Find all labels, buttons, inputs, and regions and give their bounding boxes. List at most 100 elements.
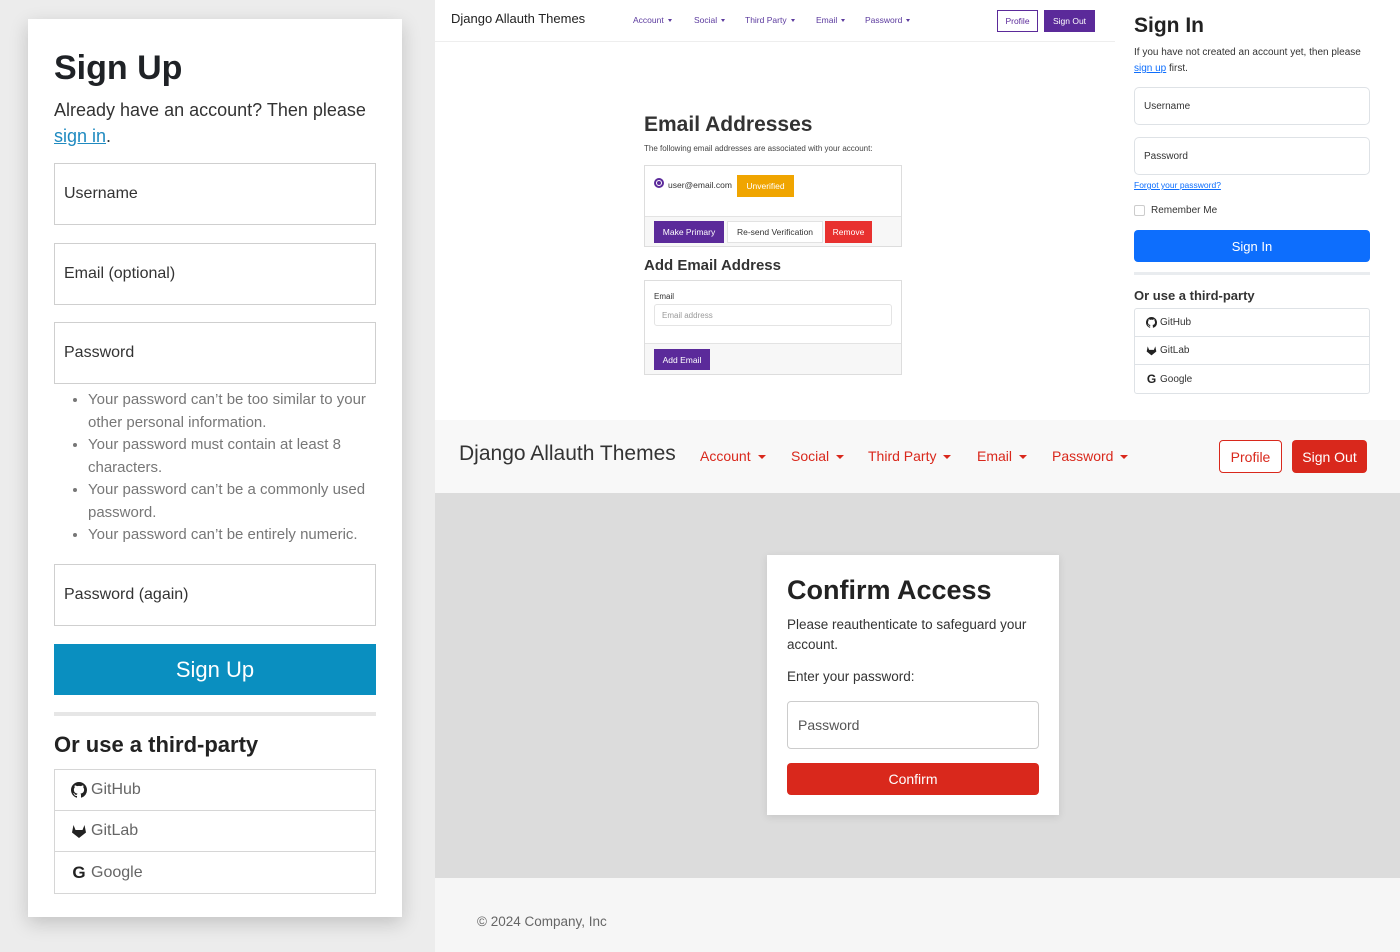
email-radio[interactable]	[654, 178, 664, 188]
provider-github[interactable]: GitHub	[55, 770, 375, 811]
provider-google[interactable]: G Google	[55, 852, 375, 893]
username-field[interactable]	[54, 163, 376, 225]
password-help-list: Your password can’t be too similar to yo…	[54, 389, 384, 547]
github-icon	[1146, 317, 1157, 328]
menu-social[interactable]: Social	[694, 15, 726, 25]
signup-intro-suffix: .	[106, 126, 112, 146]
page-description: The following email addresses are associ…	[644, 144, 873, 153]
password-again-field[interactable]	[54, 564, 376, 626]
menu-email[interactable]: Email	[816, 15, 846, 25]
remove-button[interactable]: Remove	[825, 221, 872, 243]
page-title: Email Addresses	[644, 113, 813, 136]
provider-gitlab[interactable]: GitLab	[55, 811, 375, 852]
email-input[interactable]	[654, 304, 892, 326]
password-field[interactable]	[54, 322, 376, 384]
menu-email[interactable]: Email	[977, 448, 1028, 464]
remember-me[interactable]: Remember Me	[1134, 205, 1217, 216]
signin-button[interactable]: Sign In	[1134, 230, 1370, 262]
password-help-item: Your password can’t be too similar to yo…	[88, 389, 384, 434]
provider-label: Google	[1160, 373, 1193, 385]
page-title: Confirm Access	[787, 575, 992, 605]
provider-list: GitHub GitLab G Google	[54, 769, 376, 894]
provider-list: GitHub GitLab G Google	[1134, 308, 1370, 394]
profile-button[interactable]: Profile	[997, 10, 1038, 32]
brand[interactable]: Django Allauth Themes	[459, 442, 676, 466]
sign-out-button[interactable]: Sign Out	[1292, 440, 1367, 473]
remember-label: Remember Me	[1151, 205, 1218, 216]
page-description: Please reauthenticate to safeguard your …	[787, 617, 1027, 652]
password-field[interactable]	[787, 701, 1039, 749]
password-label: Enter your password:	[787, 669, 915, 684]
signin-link[interactable]: sign in	[54, 126, 106, 146]
menu-third-party[interactable]: Third Party	[745, 15, 795, 25]
signup-button[interactable]: Sign Up	[54, 644, 376, 695]
caret-down-icon	[667, 19, 672, 23]
add-email-title: Add Email Address	[644, 257, 781, 274]
copyright: © 2024 Company, Inc	[477, 914, 607, 929]
signin-intro-text: If you have not created an account yet, …	[1134, 47, 1361, 58]
email-panel: Django Allauth Themes Account Social Thi…	[435, 0, 1115, 420]
add-email-card: Email Add Email	[644, 280, 902, 375]
resend-verification-button[interactable]: Re-send Verification	[727, 221, 823, 243]
signin-title: Sign In	[1134, 14, 1204, 37]
signup-card: Sign Up Already have an account? Then pl…	[28, 19, 402, 917]
provider-google[interactable]: G Google	[1135, 365, 1369, 393]
divider	[1134, 272, 1370, 275]
password-field[interactable]	[1134, 137, 1370, 175]
confirm-button[interactable]: Confirm	[787, 763, 1039, 795]
provider-gitlab[interactable]: GitLab	[1135, 337, 1369, 365]
confirm-card: Confirm Access Please reauthenticate to …	[767, 555, 1059, 815]
provider-label: GitLab	[1160, 345, 1190, 356]
signup-title: Sign Up	[54, 49, 183, 87]
caret-down-icon	[721, 19, 726, 23]
email-row: user@email.com Unverified	[645, 166, 901, 216]
profile-button[interactable]: Profile	[1219, 440, 1282, 473]
signin-intro-suffix: first.	[1166, 63, 1188, 74]
divider	[54, 712, 376, 716]
provider-github[interactable]: GitHub	[1135, 309, 1369, 337]
caret-down-icon	[1120, 455, 1129, 460]
provider-label: GitHub	[91, 781, 141, 798]
username-field[interactable]	[1134, 87, 1370, 125]
email-address: user@email.com	[668, 180, 732, 190]
caret-down-icon	[757, 455, 766, 460]
signup-intro-text: Already have an account? Then please	[54, 100, 366, 120]
caret-down-icon	[906, 19, 911, 23]
confirm-panel: Django Allauth Themes Account Social Thi…	[435, 420, 1400, 952]
email-label: Email	[654, 292, 675, 301]
gitlab-icon	[71, 823, 87, 839]
status-badge: Unverified	[737, 175, 794, 197]
navbar: Django Allauth Themes Account Social Thi…	[435, 420, 1400, 493]
menu-password[interactable]: Password	[865, 15, 911, 25]
add-email-button[interactable]: Add Email	[654, 349, 710, 370]
caret-down-icon	[841, 19, 846, 23]
menu-third-party[interactable]: Third Party	[868, 448, 952, 464]
gitlab-icon	[1146, 345, 1157, 356]
google-icon: G	[1146, 372, 1157, 386]
add-email-footer: Add Email	[645, 343, 901, 374]
provider-label: GitLab	[91, 822, 139, 839]
password-help-item: Your password can’t be a commonly used p…	[88, 479, 384, 524]
third-party-title: Or use a third-party	[54, 732, 259, 757]
provider-label: Google	[91, 863, 143, 881]
menu-account[interactable]: Account	[700, 448, 766, 464]
email-list: user@email.com Unverified Make Primary R…	[644, 165, 902, 247]
signin-panel: Sign In If you have not created an accou…	[1115, 0, 1400, 420]
signup-link[interactable]: sign up	[1134, 63, 1166, 74]
brand[interactable]: Django Allauth Themes	[451, 11, 585, 26]
caret-down-icon	[836, 455, 845, 460]
menu-account[interactable]: Account	[633, 15, 672, 25]
forgot-password-link[interactable]: Forgot your password?	[1134, 180, 1221, 190]
sign-out-button[interactable]: Sign Out	[1044, 10, 1095, 32]
signin-intro: If you have not created an account yet, …	[1134, 45, 1370, 77]
remember-checkbox[interactable]	[1134, 205, 1145, 216]
github-icon	[71, 782, 87, 798]
menu-password[interactable]: Password	[1052, 448, 1129, 464]
google-icon: G	[72, 862, 86, 882]
email-field[interactable]	[54, 243, 376, 305]
provider-label: GitHub	[1160, 317, 1192, 328]
make-primary-button[interactable]: Make Primary	[654, 221, 724, 243]
menu-social[interactable]: Social	[791, 448, 845, 464]
caret-down-icon	[1019, 455, 1028, 460]
third-party-title: Or use a third-party	[1134, 288, 1255, 303]
